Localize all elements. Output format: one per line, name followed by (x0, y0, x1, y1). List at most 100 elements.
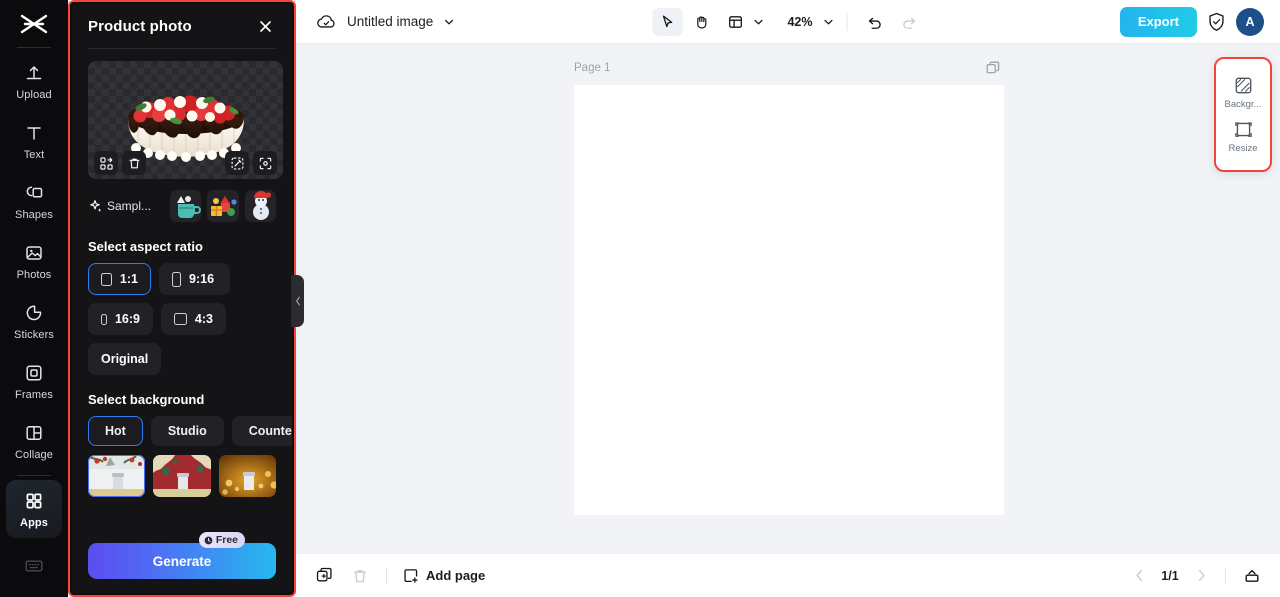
frames-icon (23, 362, 45, 384)
replace-image-icon[interactable] (94, 151, 118, 175)
redo-button[interactable] (894, 8, 924, 36)
document-name[interactable]: Untitled image (347, 14, 433, 29)
top-toolbar: Untitled image 42% Export A (296, 0, 1280, 44)
zoom-caret-icon[interactable] (823, 16, 835, 28)
aspect-ratio-original[interactable]: Original (88, 343, 162, 375)
export-label: Export (1137, 14, 1179, 29)
sidebar-item-label: Text (23, 148, 45, 161)
page-tray-icon[interactable] (1238, 563, 1266, 589)
capcut-logo-icon[interactable] (14, 8, 54, 42)
close-icon[interactable] (254, 15, 276, 37)
sidebar-item-label: Upload (16, 88, 52, 101)
aspect-ratio-1-1[interactable]: 1:1 (88, 263, 151, 295)
sidebar-item-shapes[interactable]: Shapes (6, 172, 62, 230)
layout-tool[interactable] (721, 8, 751, 36)
apps-grid-icon (23, 490, 45, 512)
sidebar-item-photos[interactable]: Photos (6, 232, 62, 290)
bottom-divider (386, 566, 387, 585)
sidebar-item-label: Collage (14, 448, 53, 461)
ratio-shape-icon (101, 272, 112, 286)
page-canvas-sheet[interactable] (574, 85, 1004, 515)
rail-bottom (0, 558, 68, 579)
tab-countertop[interactable]: Countertop (231, 416, 292, 446)
sample-thumb[interactable] (170, 190, 202, 222)
avatar-initial: A (1245, 14, 1255, 29)
background-tabs: Hot Studio Countertop (88, 416, 292, 446)
canvas-area[interactable]: Page 1 (296, 44, 1280, 553)
background-action[interactable]: Backgr... (1218, 76, 1268, 110)
sample-thumb[interactable] (207, 190, 239, 222)
chevron-down-icon[interactable] (443, 16, 455, 28)
sparkle-icon (88, 199, 102, 213)
samples-label: Sampl... (107, 199, 152, 213)
page-label: Page 1 (574, 62, 611, 74)
undo-button[interactable] (860, 8, 890, 36)
generate-button[interactable]: Generate (88, 543, 276, 579)
product-photo-panel: Product photo Sampl... Select aspect rat… (68, 0, 296, 597)
topbar-left: Untitled image (296, 13, 455, 31)
tab-label: Studio (167, 424, 207, 438)
photos-icon (23, 242, 45, 264)
aspect-ratio-4-3[interactable]: 4:3 (161, 303, 226, 335)
aspect-ratio-16-9[interactable]: 16:9 (88, 303, 153, 335)
background-thumb-golden-bokeh[interactable] (218, 455, 276, 497)
aspect-ratio-label: Original (101, 352, 149, 366)
select-tool[interactable] (652, 7, 683, 36)
preview-toolbar (88, 151, 283, 175)
background-thumb-red-festive[interactable] (153, 455, 211, 497)
sidebar-item-stickers[interactable]: Stickers (6, 292, 62, 350)
ratio-shape-icon (174, 313, 187, 325)
text-icon (23, 122, 45, 144)
tab-label: Countertop (248, 424, 292, 438)
tab-label: Hot (105, 424, 126, 438)
avatar[interactable]: A (1236, 7, 1264, 36)
sidebar-item-apps[interactable]: Apps (6, 480, 62, 538)
sidebar-item-text[interactable]: Text (6, 112, 62, 170)
stickers-icon (23, 302, 45, 324)
sidebar-item-label: Frames (15, 388, 53, 401)
panel-collapse-handle[interactable] (291, 275, 304, 327)
left-rail: Upload Text Shapes Photos Stickers Frame… (0, 0, 68, 597)
prev-page-button[interactable] (1127, 564, 1151, 588)
duplicate-page-icon[interactable] (986, 61, 1000, 80)
duplicate-icon[interactable] (310, 563, 338, 589)
free-badge: Free (198, 532, 245, 548)
keyboard-icon[interactable] (24, 558, 44, 579)
background-thumbs (88, 455, 276, 497)
ratio-shape-icon (101, 313, 107, 325)
add-page-button[interactable]: Add page (399, 568, 485, 584)
aspect-ratio-9-16[interactable]: 9:16 (159, 263, 230, 295)
rail-divider (17, 47, 51, 48)
delete-icon[interactable] (122, 151, 146, 175)
page-title: Product photo (88, 17, 192, 35)
tab-hot[interactable]: Hot (88, 416, 143, 446)
tab-studio[interactable]: Studio (150, 416, 224, 446)
sidebar-item-upload[interactable]: Upload (6, 52, 62, 110)
bottom-toolbar: Add page 1/1 (296, 553, 1280, 597)
fit-frame-icon[interactable] (253, 151, 277, 175)
sidebar-item-label: Photos (16, 268, 52, 281)
aspect-ratio-label: 16:9 (114, 312, 140, 326)
sidebar-item-frames[interactable]: Frames (6, 352, 62, 410)
shield-check-icon[interactable] (1207, 12, 1226, 32)
panel-header: Product photo (88, 4, 276, 48)
resize-action[interactable]: Resize (1218, 120, 1268, 154)
bottom-divider-2 (1225, 566, 1226, 585)
hand-tool[interactable] (687, 8, 717, 36)
export-button[interactable]: Export (1119, 6, 1197, 37)
delete-page-button[interactable] (346, 563, 374, 589)
next-page-button[interactable] (1189, 564, 1213, 588)
cloud-saved-icon[interactable] (316, 13, 337, 31)
magic-edit-icon[interactable] (225, 151, 249, 175)
sidebar-item-collage[interactable]: Collage (6, 412, 62, 470)
sample-thumb[interactable] (244, 190, 276, 222)
background-thumb-snow-berries[interactable] (88, 455, 146, 497)
layout-caret-icon[interactable] (753, 16, 765, 28)
free-badge-label: Free (215, 534, 238, 546)
image-preview[interactable] (88, 61, 283, 179)
zoom-value[interactable]: 42% (779, 15, 812, 29)
background-title: Select background (88, 392, 205, 407)
topbar-right: Export A (1119, 6, 1264, 37)
clock-icon (204, 536, 213, 545)
